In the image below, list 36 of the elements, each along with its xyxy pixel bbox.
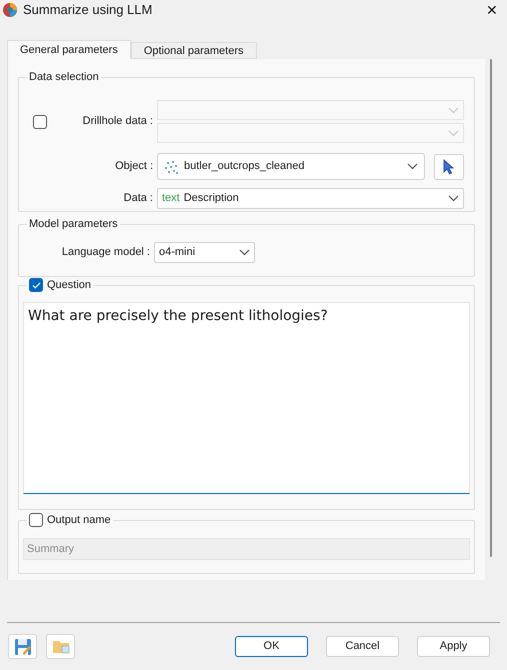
chevron-icon <box>448 106 459 114</box>
field-label: Data : <box>122 191 154 206</box>
cursor-icon <box>443 158 455 174</box>
open-button[interactable] <box>46 634 75 659</box>
check-icon <box>32 282 40 289</box>
group-title: Data selection <box>29 70 99 85</box>
checkbox[interactable] <box>29 278 43 292</box>
close-button[interactable]: ✕ <box>480 3 504 17</box>
type-tag: text <box>162 190 180 207</box>
chevron-icon <box>407 163 418 170</box>
window-title: Summarize using LLM <box>23 1 154 20</box>
dialog-button[interactable]: Cancel <box>326 636 399 657</box>
save-button[interactable] <box>8 634 37 659</box>
group-title: Output name <box>47 513 111 528</box>
field-label: Language model : <box>60 245 151 260</box>
data-dropdown[interactable]: text Description <box>157 188 464 209</box>
tab[interactable]: Optional parameters <box>130 42 256 59</box>
dialog-button[interactable]: OK <box>235 636 308 657</box>
folder-icon <box>52 639 70 654</box>
dialog-button[interactable]: Apply <box>417 636 490 657</box>
tab[interactable]: General parameters <box>7 40 131 59</box>
group-title: Question <box>47 278 92 293</box>
chevron-icon <box>448 130 459 136</box>
point-cloud-icon <box>164 160 178 174</box>
checkbox[interactable] <box>33 114 47 128</box>
question-input[interactable]: What are precisely the present lithologies? <box>23 302 470 494</box>
model-dropdown[interactable]: o4-mini <box>154 242 255 263</box>
chevron-icon <box>239 249 250 256</box>
group-title: Model parameters <box>29 217 118 232</box>
field-label: Drillhole data : <box>82 114 154 130</box>
pick-button[interactable] <box>434 154 464 180</box>
app-logo-icon <box>3 3 17 17</box>
chevron-icon <box>448 195 459 202</box>
field-label: Object : <box>114 159 154 174</box>
scrollbar[interactable] <box>490 59 492 557</box>
object-dropdown[interactable]: butler_outcrops_cleaned <box>157 153 425 180</box>
